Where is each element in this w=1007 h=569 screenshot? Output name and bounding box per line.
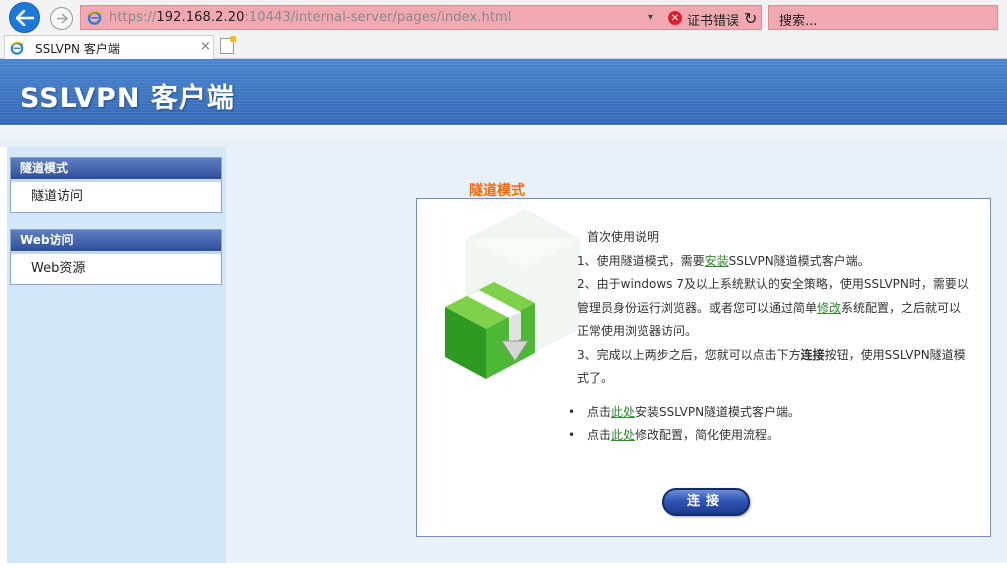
close-icon[interactable]: × <box>200 39 211 54</box>
chevron-down-icon[interactable]: ▾ <box>648 12 653 23</box>
page-title: SSLVPN 客户端 <box>20 83 235 114</box>
sidebar: 隧道模式 隧道访问 Web访问 Web资源 <box>7 147 226 563</box>
sidebar-group-header[interactable]: Web访问 <box>11 230 221 254</box>
connect-button[interactable]: 连接 <box>662 488 750 516</box>
sidebar-group-web: Web访问 Web资源 <box>10 229 222 285</box>
search-placeholder: 搜索... <box>779 14 818 29</box>
usage-instructions: 首次使用说明 1、使用隧道模式，需要安装SSLVPN隧道模式客户端。 2、由于w… <box>577 226 972 391</box>
search-input[interactable]: 搜索... <box>768 5 998 30</box>
instruction-step-2: 2、由于windows 7及以上系统默认的安全策略，使用SSLVPN时，需要以管… <box>577 277 969 338</box>
quick-links-list: • 点击此处安装SSLVPN隧道模式客户端。 • 点击此处修改配置，简化使用流程。 <box>565 401 800 447</box>
package-install-icon <box>445 282 535 379</box>
section-title: 隧道模式 <box>469 183 525 199</box>
header-sub-strip <box>0 125 1007 147</box>
certificate-error-icon[interactable]: ✕ <box>668 11 682 25</box>
back-button[interactable] <box>9 2 40 33</box>
instruction-step-3: 3、完成以上两步之后，您就可以点击下方连接按钮，使用SSLVPN隧道模式了。 <box>577 347 966 386</box>
ie-favicon-icon <box>10 41 24 55</box>
list-item: • 点击此处修改配置，简化使用流程。 <box>565 424 800 447</box>
sidebar-item-web-resources[interactable]: Web资源 <box>11 254 221 284</box>
tunnel-mode-panel: 首次使用说明 1、使用隧道模式，需要安装SSLVPN隧道模式客户端。 2、由于w… <box>416 198 991 537</box>
instruction-step-1: 1、使用隧道模式，需要安装SSLVPN隧道模式客户端。 <box>577 253 870 268</box>
install-link[interactable]: 安装 <box>705 254 729 268</box>
ie-favicon-icon <box>87 10 102 25</box>
install-client-link[interactable]: 此处 <box>611 405 635 419</box>
bullet-icon: • <box>568 428 576 442</box>
browser-tab-row: SSLVPN 客户端 × <box>0 34 1007 59</box>
list-item: • 点击此处安装SSLVPN隧道模式客户端。 <box>565 401 800 424</box>
certificate-error-label[interactable]: 证书错误 <box>687 10 739 29</box>
url-text[interactable]: https://192.168.2.20:10443/internal-serv… <box>109 10 512 25</box>
modify-config-link[interactable]: 此处 <box>611 428 635 442</box>
connect-emphasis: 连接 <box>800 347 825 362</box>
main-content: 隧道模式 首次使用说明 1、使用隧道模式，需要安装SSLVPN隧道模式客户端。 … <box>226 147 1007 563</box>
forward-arrow-icon <box>56 13 68 24</box>
back-arrow-icon <box>15 9 34 26</box>
sidebar-item-tunnel-access[interactable]: 隧道访问 <box>11 182 221 212</box>
refresh-icon[interactable]: ↻ <box>744 9 757 28</box>
sidebar-group-header[interactable]: 隧道模式 <box>11 158 221 182</box>
browser-tab[interactable]: SSLVPN 客户端 × <box>4 35 214 59</box>
tab-title: SSLVPN 客户端 <box>35 42 120 56</box>
sidebar-group-tunnel: 隧道模式 隧道访问 <box>10 157 222 213</box>
page-header-banner: SSLVPN 客户端 <box>0 59 1007 125</box>
bullet-icon: • <box>568 405 576 419</box>
forward-button[interactable] <box>50 7 73 30</box>
new-tab-icon[interactable] <box>220 36 236 54</box>
url-host: 192.168.2.20 <box>156 10 245 25</box>
modify-link[interactable]: 修改 <box>817 301 841 315</box>
address-bar[interactable]: https://192.168.2.20:10443/internal-serv… <box>80 5 762 30</box>
instructions-heading: 首次使用说明 <box>587 230 660 244</box>
browser-address-row: https://192.168.2.20:10443/internal-serv… <box>0 0 1007 34</box>
